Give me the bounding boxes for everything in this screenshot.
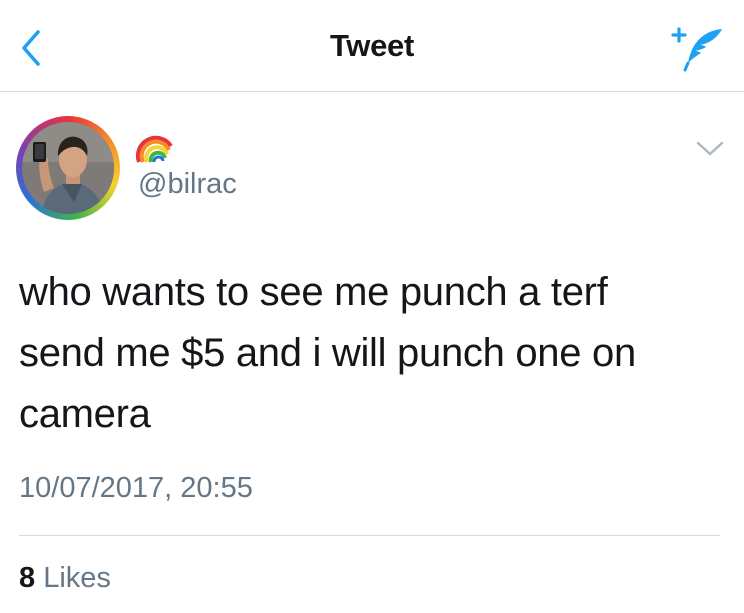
page-title: Tweet — [329, 28, 415, 63]
tweet-text-line: send me $5 and i will punch one on — [19, 331, 636, 375]
rainbow-emoji — [135, 128, 175, 164]
tweet-timestamp: 10/07/2017, 20:55 — [19, 472, 253, 504]
avatar[interactable] — [16, 116, 120, 220]
user-handle[interactable]: @bilrac — [138, 168, 237, 201]
avatar-image — [22, 122, 114, 214]
likes-link[interactable]: 8 Likes — [19, 562, 111, 595]
likes-count: 8 — [19, 562, 36, 594]
divider — [19, 535, 720, 536]
tweet-text: who wants to see me punch a terf send me … — [19, 262, 719, 445]
compose-tweet-button[interactable] — [664, 22, 728, 74]
nav-bar: Tweet — [0, 0, 744, 92]
tweet-text-line: who wants to see me punch a terf — [19, 270, 608, 314]
tweet-menu-button[interactable] — [694, 136, 726, 160]
likes-label: Likes — [43, 562, 111, 594]
compose-tweet-icon — [671, 27, 722, 72]
tweet-text-line: camera — [19, 392, 151, 436]
chevron-down-icon — [696, 141, 724, 156]
avatar-photo — [22, 122, 114, 214]
